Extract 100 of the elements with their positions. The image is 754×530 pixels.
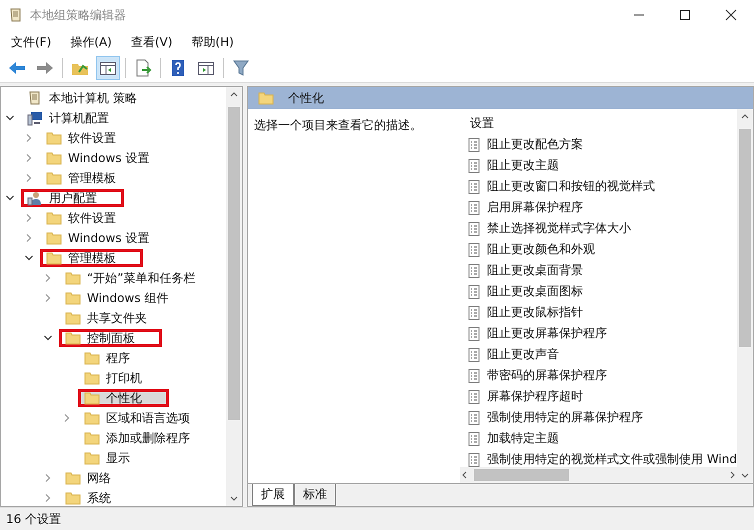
folder-icon (84, 430, 100, 446)
policy-setting-icon (466, 284, 482, 300)
policy-setting-icon (466, 410, 482, 426)
collapse-caret-icon[interactable] (43, 333, 53, 343)
tree-item[interactable]: 软件设置 (40, 129, 122, 147)
folder-icon (65, 330, 81, 346)
tree-item[interactable]: Windows 设置 (40, 229, 156, 247)
setting-item[interactable]: 启用屏幕保护程序 (466, 197, 737, 218)
tree-item[interactable]: Windows 组件 (59, 289, 174, 307)
policy-setting-icon (466, 388, 482, 404)
folder-icon (65, 490, 81, 506)
folder-icon (46, 170, 62, 186)
collapse-caret-icon[interactable] (24, 253, 34, 263)
folder-icon (46, 210, 62, 226)
folder-icon (84, 370, 100, 386)
pane-title: 个性化 (288, 90, 324, 106)
tree-item[interactable]: 本地计算机 策略 (21, 89, 143, 107)
tree-item[interactable]: Windows 设置 (40, 149, 156, 167)
setting-item[interactable]: 禁止选择视觉样式字体大小 (466, 218, 737, 239)
folder-icon (84, 350, 100, 366)
collapse-caret-icon[interactable] (5, 193, 15, 203)
setting-item[interactable]: 带密码的屏幕保护程序 (466, 365, 737, 386)
column-header[interactable]: 设置 (466, 112, 737, 134)
setting-item[interactable]: 强制使用特定的屏幕保护程序 (466, 407, 737, 428)
tree-item[interactable]: 系统 (59, 489, 117, 506)
tab[interactable]: 标准 (294, 484, 336, 506)
expand-caret-icon[interactable] (43, 273, 53, 283)
tree-item[interactable]: 管理模板 (40, 249, 143, 267)
setting-item[interactable]: 阻止更改窗口和按钮的视觉样式 (466, 176, 737, 197)
user-icon (27, 190, 43, 206)
setting-item[interactable]: 阻止更改鼠标指针 (466, 302, 737, 323)
policy-setting-icon (466, 430, 482, 446)
tree-item[interactable]: 管理模板 (40, 169, 122, 187)
expand-caret-icon[interactable] (43, 473, 53, 483)
policy-setting-icon (466, 242, 482, 258)
policy-setting-icon (466, 178, 482, 194)
folder-icon (65, 310, 81, 326)
expand-caret-icon[interactable] (24, 233, 34, 243)
folder-icon (65, 470, 81, 486)
scrollbar[interactable] (226, 87, 242, 506)
menu-item[interactable]: 帮助(H) (184, 32, 242, 52)
expand-caret-icon[interactable] (62, 413, 72, 423)
expand-caret-icon[interactable] (43, 293, 53, 303)
computer-icon (27, 110, 43, 126)
policy-setting-icon (466, 346, 482, 362)
status-bar: 16 个设置 (0, 507, 754, 530)
tree-item[interactable]: 用户配置 (21, 189, 124, 207)
menu-item[interactable]: 操作(A) (63, 32, 120, 52)
tree-item[interactable]: 控制面板 (59, 329, 162, 347)
folder-icon (84, 410, 100, 426)
menu-item[interactable]: 查看(V) (124, 32, 180, 52)
setting-item[interactable]: 阻止更改声音 (466, 344, 737, 365)
description-text: 选择一个项目来查看它的描述。 (253, 117, 424, 134)
collapse-caret-icon[interactable] (5, 113, 15, 123)
tree-item[interactable]: 共享文件夹 (59, 309, 153, 327)
expand-caret-icon[interactable] (43, 493, 53, 503)
expand-caret-icon[interactable] (24, 153, 34, 163)
folder-icon (46, 150, 62, 166)
policy-setting-icon (466, 220, 482, 236)
tree-item[interactable]: 打印机 (78, 369, 148, 387)
window-title: 本地组策略编辑器 (30, 6, 126, 24)
show-tree-icon[interactable] (96, 56, 120, 80)
policy-setting-icon (466, 262, 482, 278)
policy-setting-icon (466, 368, 482, 384)
expand-caret-icon[interactable] (24, 173, 34, 183)
setting-item[interactable]: 阻止更改屏幕保护程序 (466, 323, 737, 344)
tree-item[interactable]: 软件设置 (40, 209, 122, 227)
tree-item[interactable]: 添加或删除程序 (78, 429, 196, 447)
tree-item[interactable]: 个性化 (78, 389, 169, 407)
menu-item[interactable]: 文件(F) (4, 32, 60, 52)
setting-item[interactable]: 阻止更改桌面背景 (466, 260, 737, 281)
tree-item[interactable]: 网络 (59, 469, 117, 487)
folder-icon (46, 250, 62, 266)
policy-setting-icon (466, 200, 482, 216)
expand-caret-icon[interactable] (24, 213, 34, 223)
scrollbar[interactable] (737, 109, 753, 483)
folder-icon (46, 230, 62, 246)
expand-caret-icon[interactable] (24, 133, 34, 143)
tab[interactable]: 扩展 (252, 484, 294, 506)
policy-setting-icon (466, 304, 482, 320)
folder-icon (46, 130, 62, 146)
tree-item[interactable]: “开始”菜单和任务栏 (59, 269, 202, 287)
setting-item[interactable]: 阻止更改配色方案 (466, 134, 737, 155)
setting-item[interactable]: 屏幕保护程序超时 (466, 386, 737, 407)
setting-item[interactable]: 阻止更改主题 (466, 155, 737, 176)
scrollbar[interactable] (460, 467, 737, 483)
setting-item[interactable]: 强制使用特定的视觉样式文件或强制使用 Wind (466, 449, 737, 467)
tree-item[interactable]: 显示 (78, 449, 136, 467)
tree-item[interactable]: 计算机配置 (21, 109, 115, 127)
policy-setting-icon (466, 136, 482, 152)
setting-item[interactable]: 阻止更改桌面图标 (466, 281, 737, 302)
setting-item[interactable]: 阻止更改颜色和外观 (466, 239, 737, 260)
tree-item[interactable]: 程序 (78, 349, 136, 367)
folder-icon (65, 290, 81, 306)
folder-icon (84, 390, 100, 406)
policy-setting-icon (466, 452, 482, 467)
tree-item[interactable]: 区域和语言选项 (78, 409, 196, 427)
setting-item[interactable]: 加载特定主题 (466, 428, 737, 449)
folder-icon (65, 270, 81, 286)
folder-icon (84, 450, 100, 466)
